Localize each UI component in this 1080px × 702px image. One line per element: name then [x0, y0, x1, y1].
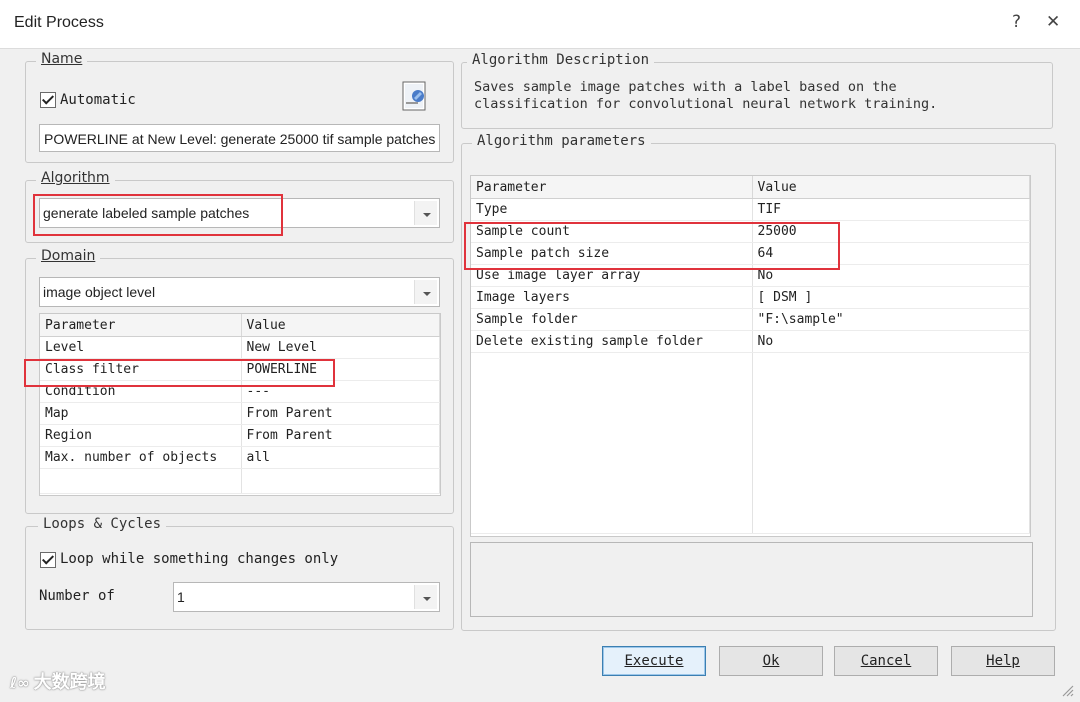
param-name: Map: [40, 402, 242, 425]
automatic-label: Automatic: [60, 92, 136, 108]
empty-row: [40, 468, 440, 494]
param-value[interactable]: From Parent: [241, 424, 440, 447]
param-value[interactable]: No: [752, 264, 1030, 287]
loops-group: Loops & Cycles: [25, 516, 454, 630]
chevron-down-icon[interactable]: [414, 201, 437, 225]
algorithm-select[interactable]: generate labeled sample patches: [39, 198, 440, 228]
param-value[interactable]: POWERLINE: [241, 358, 440, 381]
domain-selected-value: image object level: [43, 284, 156, 300]
param-value[interactable]: No: [752, 330, 1030, 353]
execute-button[interactable]: Execute: [602, 646, 706, 676]
close-icon[interactable]: ✕: [1046, 12, 1060, 32]
param-name: Type: [471, 198, 753, 221]
table-row[interactable]: Sample folder "F:\sample": [471, 308, 1030, 331]
param-name: Sample folder: [471, 308, 753, 331]
table-row[interactable]: Use image layer array No: [471, 264, 1030, 287]
table-row[interactable]: Condition ---: [40, 380, 440, 403]
window-title: Edit Process: [14, 14, 104, 31]
automatic-checkbox[interactable]: [40, 92, 56, 108]
help-icon[interactable]: ?: [1012, 12, 1021, 32]
table-row[interactable]: Class filter POWERLINE: [40, 358, 440, 381]
name-legend: Name: [36, 51, 88, 67]
column-header-value[interactable]: Value: [241, 314, 440, 337]
column-header-parameter[interactable]: Parameter: [40, 314, 242, 337]
table-row[interactable]: Sample count 25000: [471, 220, 1030, 243]
algorithm-legend: Algorithm: [36, 170, 115, 186]
chevron-down-icon[interactable]: [414, 585, 437, 609]
column-header-parameter[interactable]: Parameter: [471, 176, 753, 199]
param-name: Condition: [40, 380, 242, 403]
table-row[interactable]: Region From Parent: [40, 424, 440, 447]
param-value[interactable]: ---: [241, 380, 440, 403]
table-row[interactable]: Type TIF: [471, 198, 1030, 221]
chevron-down-icon[interactable]: [414, 280, 437, 304]
param-name: Max. number of objects: [40, 446, 242, 469]
process-name-input[interactable]: POWERLINE at New Level: generate 25000 t…: [39, 124, 440, 152]
param-name: Class filter: [40, 358, 242, 381]
param-name: Region: [40, 424, 242, 447]
param-name: Level: [40, 336, 242, 359]
param-value[interactable]: "F:\sample": [752, 308, 1030, 331]
column-header-value[interactable]: Value: [752, 176, 1030, 199]
table-row[interactable]: Sample patch size 64: [471, 242, 1030, 265]
table-row[interactable]: Level New Level: [40, 336, 440, 359]
description-line-1: Saves sample image patches with a label …: [474, 79, 897, 95]
parameters-legend: Algorithm parameters: [472, 133, 651, 149]
param-name: Sample patch size: [471, 242, 753, 265]
table-row[interactable]: Map From Parent: [40, 402, 440, 425]
edit-document-icon[interactable]: [400, 80, 430, 114]
loop-label: Loop while something changes only: [60, 551, 339, 567]
domain-legend: Domain: [36, 248, 101, 264]
description-legend: Algorithm Description: [467, 52, 655, 68]
number-of-select[interactable]: 1: [173, 582, 440, 612]
loop-checkbox[interactable]: [40, 552, 56, 568]
param-value[interactable]: New Level: [241, 336, 440, 359]
param-value[interactable]: 64: [752, 242, 1030, 265]
help-button[interactable]: Help: [951, 646, 1055, 676]
parameter-description-box: [470, 542, 1033, 617]
algorithm-parameter-grid: Parameter Value Type TIF Sample count 2500…: [470, 175, 1031, 537]
algorithm-selected-value: generate labeled sample patches: [43, 205, 250, 221]
cancel-button[interactable]: Cancel: [834, 646, 938, 676]
param-name: Delete existing sample folder: [471, 330, 753, 353]
loops-legend: Loops & Cycles: [38, 516, 167, 532]
param-value[interactable]: 25000: [752, 220, 1030, 243]
watermark: ℓ∞ 大数跨境: [10, 672, 106, 693]
domain-select[interactable]: image object level: [39, 277, 440, 307]
resize-grip-icon[interactable]: [1060, 682, 1074, 697]
title-bar: Edit Process ? ✕: [0, 0, 1080, 49]
ok-button[interactable]: Ok: [719, 646, 823, 676]
param-value[interactable]: From Parent: [241, 402, 440, 425]
param-value[interactable]: [ DSM ]: [752, 286, 1030, 309]
number-of-label: Number of: [39, 588, 115, 604]
param-name: Image layers: [471, 286, 753, 309]
param-value[interactable]: all: [241, 446, 440, 469]
description-line-2: classification for convolutional neural …: [474, 96, 938, 112]
table-row[interactable]: Delete existing sample folder No: [471, 330, 1030, 353]
param-value[interactable]: TIF: [752, 198, 1030, 221]
number-of-value: 1: [177, 589, 185, 605]
table-row[interactable]: Image layers[ DSM ]: [471, 286, 1030, 309]
param-name: Use image layer array: [471, 264, 753, 287]
domain-parameter-grid: Parameter Value Level New Level Class fil…: [39, 313, 441, 496]
param-name: Sample count: [471, 220, 753, 243]
empty-row: [471, 352, 1030, 534]
table-row[interactable]: Max. number of objects all: [40, 446, 440, 469]
